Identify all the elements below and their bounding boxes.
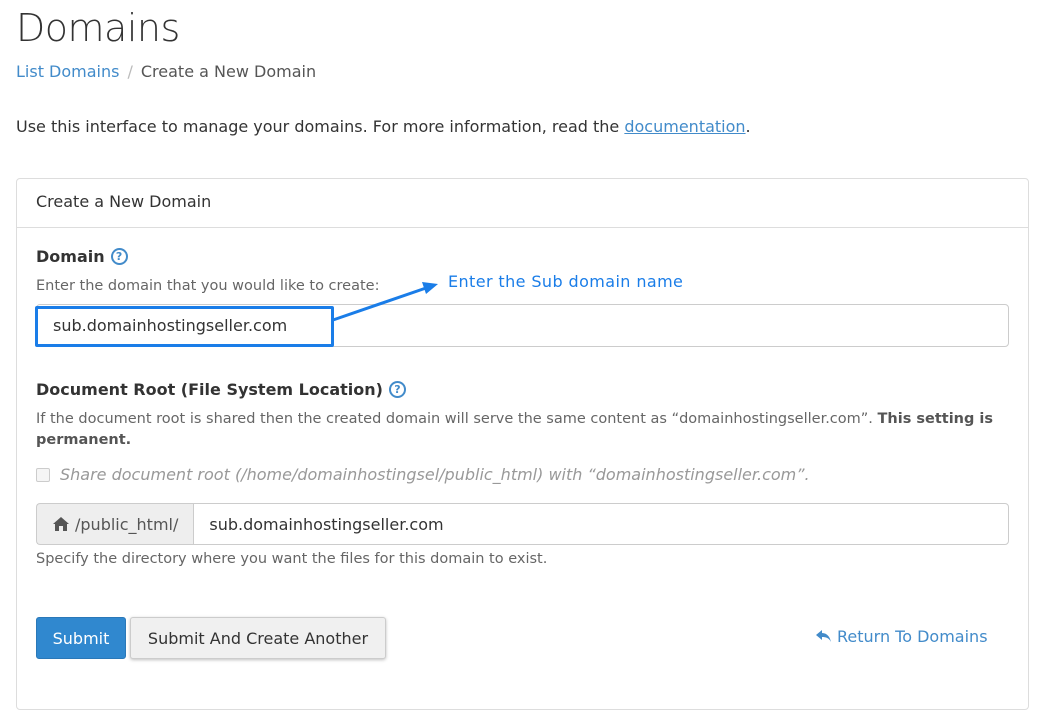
share-docroot-checkbox[interactable] [36,467,50,482]
share-docroot-row[interactable]: Share document root (/home/domainhosting… [36,465,810,484]
breadcrumb: List Domains / Create a New Domain [16,62,316,81]
question-circle-icon[interactable]: ? [110,248,128,265]
return-to-domains-label: Return To Domains [837,627,988,646]
docroot-footnote: Specify the directory where you want the… [36,551,548,567]
submit-button[interactable]: Submit [36,617,126,659]
intro-text: Use this interface to manage your domain… [16,117,751,136]
home-icon [53,517,69,531]
breadcrumb-separator: / [127,62,133,81]
intro-sentence: Use this interface to manage your domain… [16,117,625,136]
docroot-help-prefix: If the document root is shared then the … [36,411,878,427]
page: Domains List Domains / Create a New Doma… [0,0,1049,727]
docroot-input-group: /public_html/ [36,503,1009,545]
submit-and-create-another-button[interactable]: Submit And Create Another [130,617,386,659]
annotation-arrow-icon [332,282,438,322]
annotation-text: Enter the Sub domain name [448,272,684,291]
panel-heading: Create a New Domain [17,179,1028,228]
page-title: Domains [16,6,180,50]
domain-label: Domain ? [36,247,128,266]
return-to-domains-link[interactable]: Return To Domains [815,627,988,646]
docroot-label-text: Document Root (File System Location) [36,380,383,399]
intro-suffix: . [745,117,751,136]
docroot-help-text: If the document root is shared then the … [36,409,1011,451]
share-docroot-label: Share document root (/home/domainhosting… [60,465,810,484]
domain-label-text: Domain [36,247,105,266]
documentation-link[interactable]: documentation [624,117,745,136]
breadcrumb-current: Create a New Domain [140,62,317,81]
docroot-addon-label: /public_html/ [75,514,179,534]
breadcrumb-list-domains-link[interactable]: List Domains [16,62,119,81]
domain-help-text: Enter the domain that you would like to … [36,278,380,294]
reply-arrow-icon [816,630,831,642]
question-circle-icon[interactable]: ? [388,381,406,398]
docroot-addon: /public_html/ [36,503,194,545]
docroot-label: Document Root (File System Location) ? [36,380,406,399]
docroot-input[interactable] [193,503,1009,545]
domain-input[interactable] [36,304,1009,347]
